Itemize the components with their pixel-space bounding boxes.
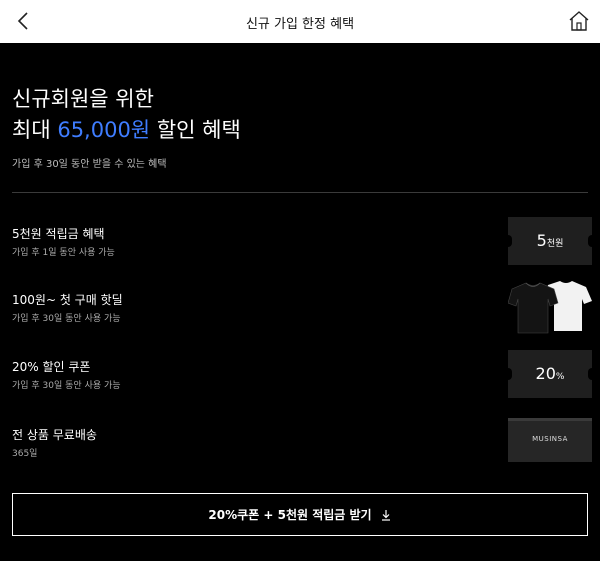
ticket-value: 5천원: [536, 231, 564, 250]
benefit-desc: 가입 후 30일 동안 사용 가능: [12, 314, 121, 324]
coupon-ticket-badge: 20%: [504, 350, 596, 398]
benefit-item-coupon: 20% 할인 쿠폰 가입 후 30일 동안 사용 가능: [12, 358, 588, 408]
hero-heading-line2: 최대 65,000원 할인 혜택: [12, 115, 241, 146]
benefit-desc: 365일: [12, 449, 38, 459]
hero-suffix: 할인 혜택: [150, 118, 241, 142]
ticket-value: 20%: [535, 364, 565, 383]
home-icon[interactable]: [568, 10, 590, 32]
top-bar: 신규 가입 한정 혜택: [0, 0, 600, 43]
box-logo: MUSINSA: [532, 435, 568, 443]
benefit-title: 5천원 적립금 혜택: [12, 227, 105, 241]
benefit-item-points: 5천원 적립금 혜택 가입 후 1일 동안 사용 가능: [12, 225, 588, 275]
page-title: 신규 가입 한정 혜택: [245, 17, 355, 32]
hero-section: 신규회원을 위한 최대 65,000원 할인 혜택 가입 후 30일 동안 받을…: [12, 84, 241, 170]
benefit-title: 20% 할인 쿠폰: [12, 360, 91, 374]
benefit-desc: 가입 후 1일 동안 사용 가능: [12, 248, 115, 258]
benefit-title: 전 상품 무료배송: [12, 428, 97, 442]
hero-subtitle: 가입 후 30일 동안 받을 수 있는 혜택: [12, 159, 167, 170]
points-ticket-badge: 5천원: [504, 217, 596, 265]
benefit-item-free-shipping: 전 상품 무료배송 365일: [12, 426, 588, 476]
hero-prefix: 최대: [12, 118, 58, 142]
benefit-item-hotdeal: 100원~ 첫 구매 핫딜 가입 후 30일 동안 사용 가능: [12, 291, 588, 341]
download-arrow-icon: [381, 509, 390, 521]
cta-label: 20%쿠폰 + 5천원 적립금 받기: [208, 508, 372, 522]
tshirts-image: [508, 281, 592, 334]
shipping-box-image: MUSINSA: [508, 418, 592, 462]
hero-amount: 65,000원: [57, 118, 151, 142]
benefit-title: 100원~ 첫 구매 핫딜: [12, 293, 123, 307]
hero-heading-line1: 신규회원을 위한: [12, 87, 154, 111]
get-benefits-button[interactable]: 20%쿠폰 + 5천원 적립금 받기: [12, 493, 588, 536]
benefit-desc: 가입 후 30일 동안 사용 가능: [12, 381, 121, 391]
divider: [12, 192, 588, 193]
